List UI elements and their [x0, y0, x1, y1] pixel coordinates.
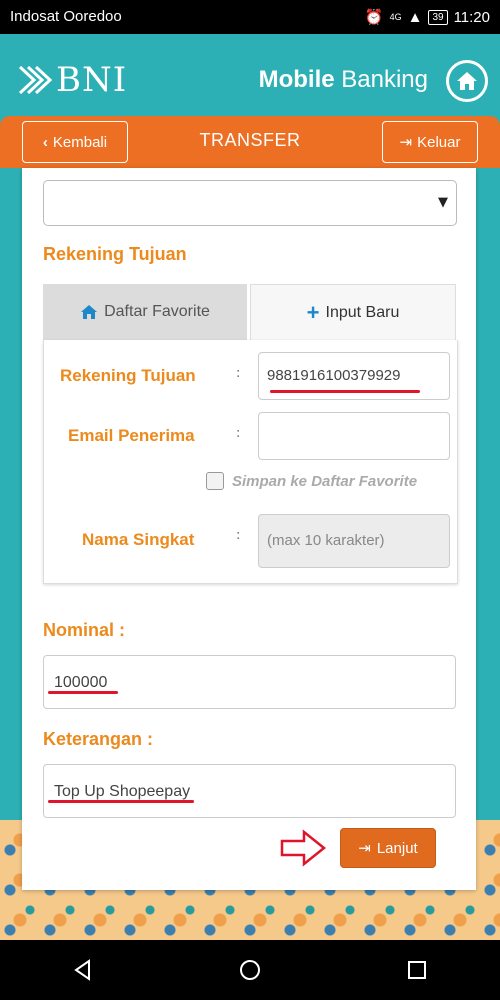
save-favorite-checkbox[interactable] — [206, 472, 224, 490]
nickname-input[interactable]: (max 10 karakter) — [258, 514, 450, 568]
app-header: BNI Mobile Banking — [0, 34, 500, 118]
bni-mark-icon — [18, 65, 52, 95]
save-favorite-row: Simpan ke Daftar Favorite — [206, 472, 417, 490]
annotation-underline — [270, 390, 420, 393]
dropdown-caret-icon: ▼ — [438, 195, 448, 210]
colon: : — [236, 366, 241, 381]
home-icon — [81, 305, 98, 319]
transfer-form-card: ▼ Rekening Tujuan Daftar Favorite + Inpu… — [22, 168, 476, 890]
status-bar: Indosat Ooredoo ⏰ 4G ▲ 39 11:20 — [0, 0, 500, 34]
dest-account-section-label: Rekening Tujuan — [43, 244, 187, 264]
source-account-select[interactable]: ▼ — [43, 180, 457, 226]
carrier-name: Indosat Ooredoo — [10, 8, 122, 25]
home-icon — [457, 72, 477, 90]
colon: : — [236, 528, 241, 543]
network-type: 4G — [389, 12, 402, 22]
logo-text: BNI — [56, 60, 128, 100]
status-icons: ⏰ 4G ▲ 39 11:20 — [364, 8, 490, 27]
home-button[interactable] — [446, 60, 488, 102]
email-label: Email Penerima — [68, 426, 195, 445]
dest-account-label: Rekening Tujuan — [60, 366, 196, 385]
logout-button[interactable]: ⇥ Keluar — [382, 121, 478, 163]
battery-icon: 39 — [428, 9, 448, 25]
new-input-panel: Rekening Tujuan : 9881916100379929 Email… — [43, 340, 458, 584]
nickname-label: Nama Singkat — [82, 530, 195, 549]
colon: : — [236, 426, 241, 441]
app-title: Mobile Banking — [258, 66, 428, 93]
annotation-underline — [48, 691, 118, 694]
signal-icon: ▲ — [407, 8, 423, 26]
back-triangle-icon[interactable] — [71, 958, 95, 982]
arrow-right-icon — [280, 829, 327, 867]
amount-label: Nominal : — [43, 620, 126, 640]
save-favorite-label: Simpan ke Daftar Favorite — [232, 472, 418, 490]
amount-input[interactable]: 100000 — [43, 655, 456, 709]
top-nav-bar: ‹ Kembali TRANSFER ⇥ Keluar — [0, 116, 500, 168]
tab-new-input[interactable]: + Input Baru — [250, 284, 456, 340]
note-input[interactable]: Top Up Shopeepay — [43, 764, 456, 818]
recents-square-icon[interactable] — [405, 958, 429, 982]
home-circle-icon[interactable] — [238, 958, 262, 982]
clock: 11:20 — [453, 8, 490, 26]
dest-account-tabs: Daftar Favorite + Input Baru — [43, 284, 456, 340]
annotation-underline — [48, 800, 194, 803]
bni-logo: BNI — [18, 60, 127, 100]
alarm-icon: ⏰ — [364, 9, 384, 26]
logout-icon: ⇥ — [399, 134, 413, 151]
next-icon: ⇥ — [358, 840, 371, 857]
tab-favorite-list[interactable]: Daftar Favorite — [43, 284, 247, 340]
email-input[interactable] — [258, 412, 450, 460]
plus-icon: + — [306, 299, 320, 325]
next-button[interactable]: ⇥ Lanjut — [340, 828, 436, 868]
note-label: Keterangan : — [43, 729, 154, 749]
system-nav-bar — [0, 940, 500, 1000]
